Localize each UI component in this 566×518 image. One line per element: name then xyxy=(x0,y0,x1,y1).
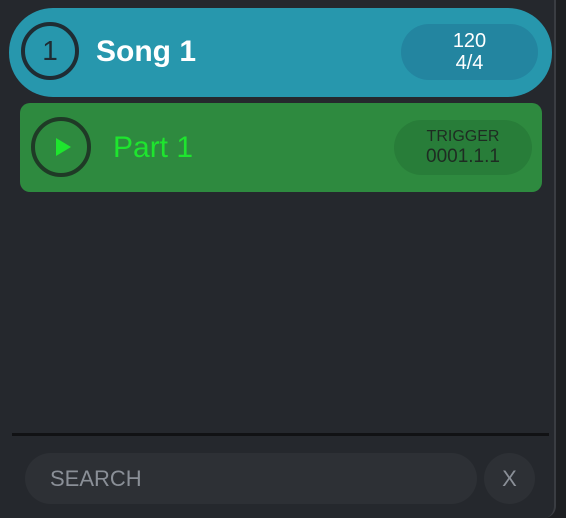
song-title: Song 1 xyxy=(96,35,197,68)
song-time-signature: 4/4 xyxy=(455,52,484,74)
part-title: Part 1 xyxy=(113,131,194,164)
song-tempo: 120 xyxy=(452,30,487,52)
trigger-label: TRIGGER xyxy=(426,128,500,145)
play-button[interactable] xyxy=(31,117,91,177)
play-icon xyxy=(55,138,71,156)
search-input[interactable] xyxy=(48,464,477,493)
part-row[interactable]: Part 1 TRIGGER 0001.1.1 xyxy=(20,103,542,192)
setlist-panel: 1 Song 1 120 4/4 Part 1 TRIGGER 0001.1.1… xyxy=(0,0,556,518)
search-box[interactable] xyxy=(25,453,477,504)
song-number-badge: 1 xyxy=(21,22,79,80)
song-row[interactable]: 1 Song 1 120 4/4 xyxy=(9,8,552,97)
divider xyxy=(12,433,549,436)
trigger-value: 0001.1.1 xyxy=(426,146,500,167)
clear-search-button[interactable]: X xyxy=(484,453,535,504)
trigger-badge[interactable]: TRIGGER 0001.1.1 xyxy=(394,120,532,175)
song-tempo-badge: 120 4/4 xyxy=(401,24,538,80)
